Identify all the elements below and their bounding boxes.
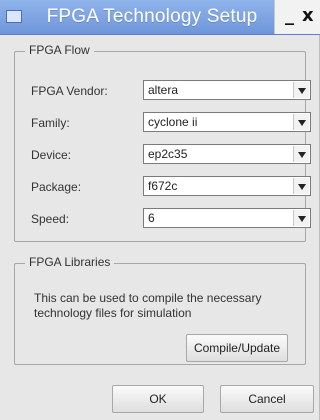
title-bar[interactable]: FPGA Technology Setup _ x	[0, 0, 320, 35]
fpga-vendor-select[interactable]: altera	[143, 80, 311, 100]
speed-select[interactable]: 6	[143, 208, 311, 228]
dropdown-arrow-icon[interactable]	[293, 178, 309, 194]
compile-update-button[interactable]: Compile/Update	[186, 334, 288, 362]
speed-value: 6	[148, 211, 155, 225]
fpga-flow-group: FPGA Flow FPGA Vendor: altera Family: cy…	[14, 43, 311, 242]
family-label: Family:	[31, 116, 70, 130]
dropdown-arrow-icon[interactable]	[293, 146, 309, 162]
fpga-libraries-title: FPGA Libraries	[25, 255, 115, 269]
speed-label: Speed:	[31, 212, 70, 226]
minimize-button[interactable]: _	[285, 7, 299, 25]
fpga-technology-setup-window: FPGA Technology Setup _ x FPGA Flow FPGA…	[0, 0, 320, 420]
device-select[interactable]: ep2c35	[143, 144, 311, 164]
fpga-vendor-value: altera	[148, 83, 179, 97]
window-controls: _ x	[274, 0, 320, 34]
package-label: Package:	[31, 180, 82, 194]
fpga-libraries-description: This can be used to compile the necessar…	[34, 291, 262, 320]
ok-button[interactable]: OK	[112, 385, 204, 413]
dropdown-arrow-icon[interactable]	[293, 82, 309, 98]
device-label: Device:	[31, 148, 72, 162]
family-value: cyclone ii	[148, 115, 198, 129]
package-value: f672c	[148, 179, 178, 193]
close-button[interactable]: x	[302, 6, 318, 26]
cancel-button[interactable]: Cancel	[220, 385, 314, 413]
dropdown-arrow-icon[interactable]	[293, 114, 309, 130]
package-select[interactable]: f672c	[143, 176, 311, 196]
fpga-vendor-label: FPGA Vendor:	[31, 84, 108, 98]
window-menu-icon[interactable]	[6, 10, 22, 23]
window-title: FPGA Technology Setup	[46, 6, 258, 27]
dialog-footer: OK Cancel	[0, 378, 320, 420]
fpga-flow-title: FPGA Flow	[25, 43, 94, 57]
dropdown-arrow-icon[interactable]	[293, 210, 309, 226]
device-value: ep2c35	[148, 147, 188, 161]
family-select[interactable]: cyclone ii	[143, 112, 311, 132]
